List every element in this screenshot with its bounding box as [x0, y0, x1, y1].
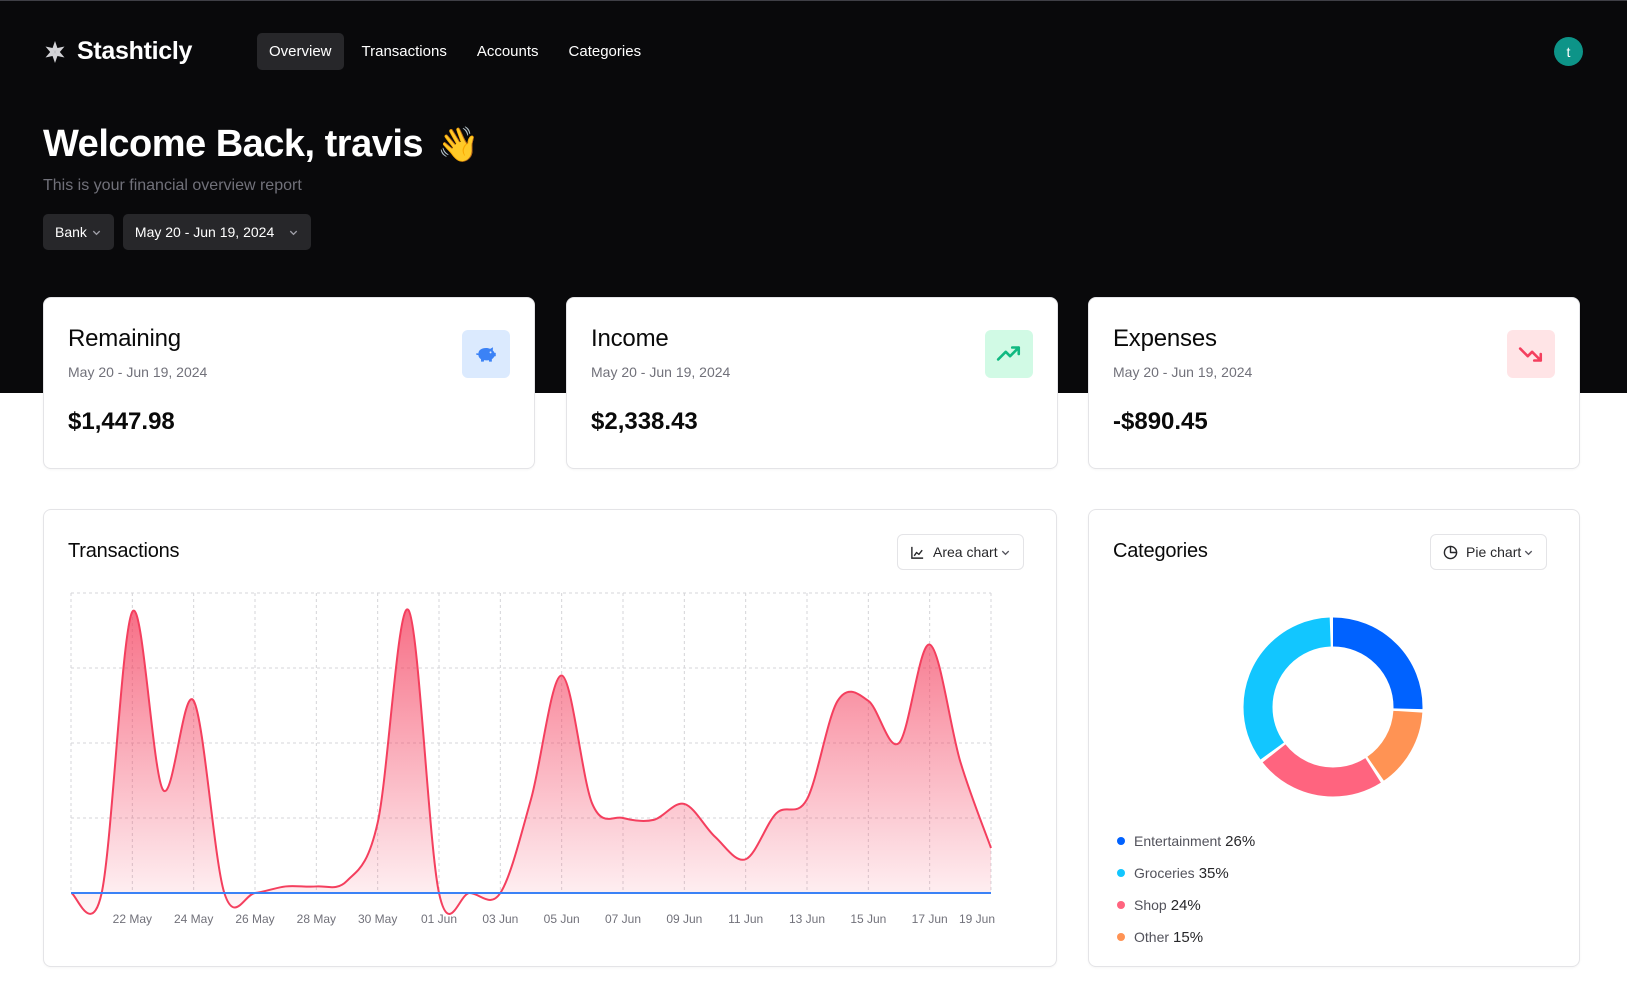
x-tick-label: 11 Jun — [728, 912, 763, 926]
categories-panel: Categories Pie chart Entertainment 26% Gro… — [1088, 509, 1580, 967]
brand-name: Stashticly — [77, 37, 193, 65]
page-title: Welcome Back, travis 👋 — [43, 123, 479, 166]
legend-item: Entertainment 26% — [1117, 825, 1255, 857]
chevron-down-icon — [92, 230, 101, 235]
stat-value: $1,447.98 — [68, 408, 175, 435]
legend-dot — [1117, 837, 1125, 845]
nav-item-accounts[interactable]: Accounts — [465, 33, 551, 70]
trending-up-icon — [985, 330, 1033, 378]
x-tick-label: 13 Jun — [789, 912, 825, 926]
legend-percent: 15% — [1173, 928, 1204, 946]
stat-card-expenses: Expenses May 20 - Jun 19, 2024 -$890.45 — [1088, 297, 1580, 469]
x-tick-label: 24 May — [174, 912, 213, 926]
avatar[interactable]: t — [1554, 37, 1583, 66]
legend-percent: 24% — [1170, 896, 1201, 914]
nav-links: Overview Transactions Accounts Categories — [257, 33, 653, 70]
x-tick-label: 28 May — [297, 912, 336, 926]
logo-icon — [45, 40, 65, 63]
x-tick-label: 22 May — [113, 912, 152, 926]
account-filter-label: Bank — [55, 224, 87, 240]
piggy-bank-icon — [462, 330, 510, 378]
legend-item: Shop 24% — [1117, 889, 1255, 921]
stat-card-income: Income May 20 - Jun 19, 2024 $2,338.43 — [566, 297, 1058, 469]
x-tick-label: 07 Jun — [605, 912, 641, 926]
legend-item: Groceries 35% — [1117, 857, 1255, 889]
x-tick-label: 26 May — [235, 912, 274, 926]
page-subtitle: This is your financial overview report — [43, 177, 302, 194]
x-tick-label: 01 Jun — [421, 912, 457, 926]
stat-date: May 20 - Jun 19, 2024 — [591, 364, 731, 380]
x-tick-label: 05 Jun — [544, 912, 580, 926]
area-fill — [71, 609, 991, 914]
brand[interactable]: Stashticly — [43, 37, 192, 66]
legend-label: Groceries — [1134, 865, 1195, 881]
x-tick-label: 15 Jun — [850, 912, 886, 926]
stat-title: Income — [591, 325, 669, 352]
stat-card-remaining: Remaining May 20 - Jun 19, 2024 $1,447.9… — [43, 297, 535, 469]
legend-label: Shop — [1134, 897, 1167, 913]
x-tick-label: 17 Jun — [912, 912, 948, 926]
area-chart: 22 May 24 May 26 May 28 May 30 May 01 Jun 03 J… — [70, 592, 995, 926]
stat-title: Expenses — [1113, 325, 1217, 352]
nav-item-categories[interactable]: Categories — [557, 33, 654, 70]
transactions-panel: Transactions Area chart 22 May 24 May 26 M… — [43, 509, 1057, 967]
legend-label: Entertainment — [1134, 833, 1222, 849]
nav-item-transactions[interactable]: Transactions — [350, 33, 459, 70]
x-tick-label: 03 Jun — [482, 912, 518, 926]
donut-chart — [1243, 617, 1423, 797]
trending-down-icon — [1507, 330, 1555, 378]
legend-percent: 35% — [1198, 864, 1229, 882]
stat-title: Remaining — [68, 325, 181, 352]
welcome-heading: Welcome Back, travis — [43, 123, 424, 165]
chevron-down-icon — [290, 230, 298, 235]
stat-date: May 20 - Jun 19, 2024 — [68, 364, 208, 380]
legend-dot — [1117, 869, 1125, 877]
filters: Bank May 20 - Jun 19, 2024 — [43, 214, 312, 250]
legend-percent: 26% — [1225, 832, 1256, 850]
x-tick-label: 30 May — [358, 912, 397, 926]
wave-emoji: 👋 — [437, 125, 479, 164]
category-legend: Entertainment 26% Groceries 35% Shop 24% Other… — [1117, 825, 1255, 953]
account-filter[interactable]: Bank — [43, 214, 114, 250]
nav-item-overview[interactable]: Overview — [257, 33, 344, 70]
legend-dot — [1117, 933, 1125, 941]
x-tick-label: 19 Jun — [959, 912, 995, 926]
stat-date: May 20 - Jun 19, 2024 — [1113, 364, 1253, 380]
legend-dot — [1117, 901, 1125, 909]
stat-value: -$890.45 — [1113, 408, 1208, 435]
x-tick-label: 09 Jun — [666, 912, 702, 926]
legend-label: Other — [1134, 929, 1170, 945]
stat-value: $2,338.43 — [591, 408, 698, 435]
legend-item: Other 15% — [1117, 921, 1255, 953]
top-nav: Stashticly Overview Transactions Accounts C… — [43, 33, 1583, 71]
date-range-label: May 20 - Jun 19, 2024 — [134, 224, 275, 240]
date-range-filter[interactable]: May 20 - Jun 19, 2024 — [122, 214, 312, 250]
